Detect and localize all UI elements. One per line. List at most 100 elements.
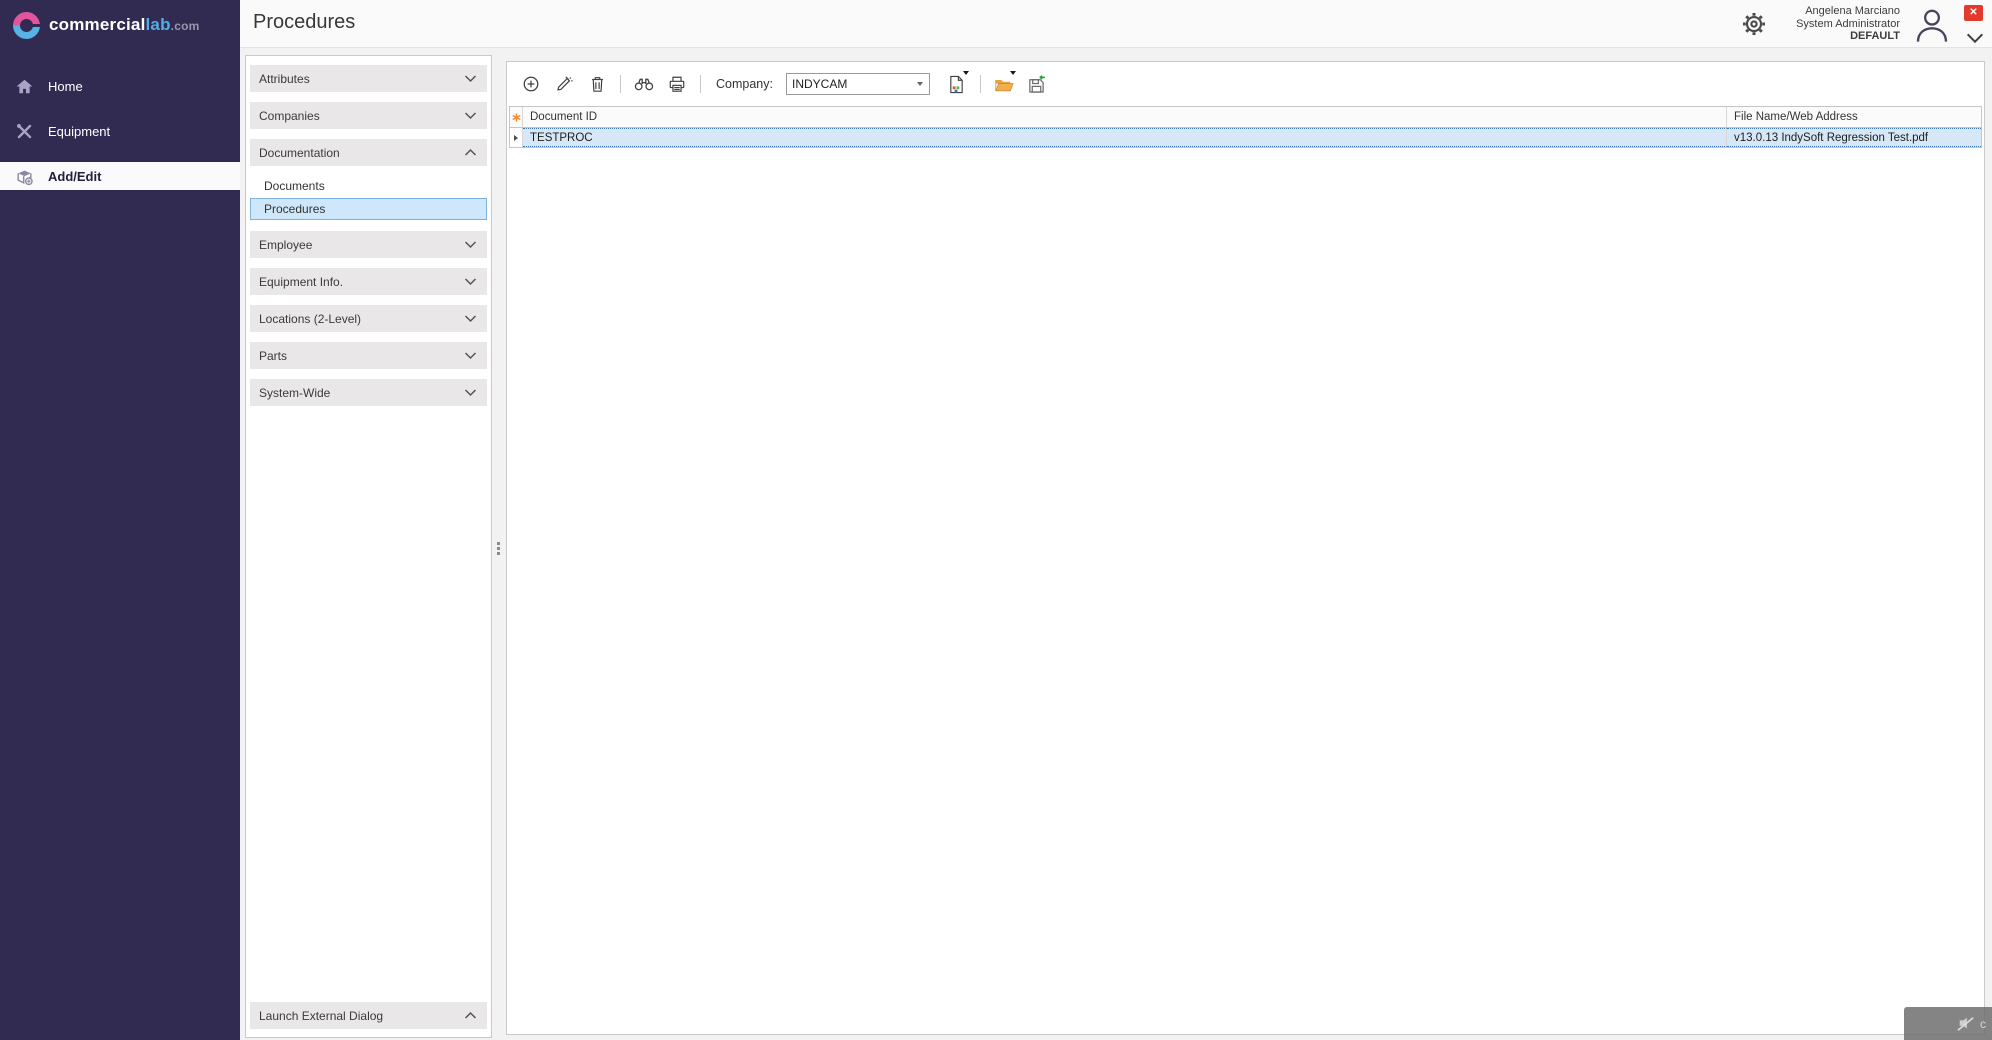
column-header-file-name[interactable]: File Name/Web Address [1727, 107, 1981, 127]
chevron-down-icon [464, 111, 477, 120]
accordion-section-locations[interactable]: Locations (2-Level) [250, 305, 487, 332]
brand-word-suffix: .com [171, 19, 200, 33]
accordion-label: Employee [259, 238, 312, 252]
brand-word-accent: lab [146, 15, 171, 34]
print-button[interactable] [667, 74, 687, 94]
nav-item-label: Procedures [264, 202, 325, 216]
accordion-label: Companies [259, 109, 320, 123]
panel-splitter[interactable] [494, 55, 504, 1038]
accordion-label: Parts [259, 349, 287, 363]
user-info: Angelena Marciano System Administrator D… [1796, 5, 1900, 43]
user-menu-chevron-icon[interactable] [1964, 31, 1986, 45]
accordion-section-attributes[interactable]: Attributes [250, 65, 487, 92]
filter-marker-icon [512, 113, 521, 122]
dropdown-arrow-icon [963, 71, 969, 75]
navigation-panel: Attributes Companies Documentation Docum… [245, 55, 492, 1038]
save-layout-button[interactable] [1027, 74, 1047, 94]
delete-button[interactable] [587, 74, 607, 94]
accordion-section-parts[interactable]: Parts [250, 342, 487, 369]
close-button[interactable]: ✕ [1964, 5, 1983, 21]
printer-icon [668, 75, 686, 93]
chevron-down-icon [464, 240, 477, 249]
cell-document-id[interactable]: TESTPROC [523, 128, 1727, 147]
edit-icon [555, 75, 573, 93]
dropdown-arrow-icon [1010, 71, 1016, 75]
brand-word-main: commercial [49, 15, 146, 34]
sidebar-item-home[interactable]: Home [0, 72, 240, 100]
binoculars-icon [634, 76, 654, 92]
accordion-label: Launch External Dialog [259, 1009, 383, 1023]
row-expand-cell[interactable] [510, 128, 523, 147]
accordion-section-documentation[interactable]: Documentation [250, 139, 487, 166]
toolbar-separator [620, 75, 621, 93]
trash-icon [589, 75, 606, 93]
chevron-down-icon [464, 277, 477, 286]
grid-header-row: Document ID File Name/Web Address [510, 107, 1981, 128]
user-profile: DEFAULT [1796, 30, 1900, 43]
user-role: System Administrator [1796, 18, 1900, 31]
procedures-grid: Document ID File Name/Web Address TESTPR… [509, 106, 1982, 148]
company-label: Company: [716, 77, 773, 91]
sidebar-item-equipment[interactable]: Equipment [0, 117, 240, 145]
find-button[interactable] [634, 74, 654, 94]
nav-item-label: Documents [264, 179, 325, 193]
nav-item-procedures[interactable]: Procedures [250, 198, 487, 220]
procedures-toolbar: Company: INDYCAM [507, 62, 1984, 104]
user-name: Angelena Marciano [1796, 5, 1900, 18]
user-menu-button[interactable] [1911, 3, 1953, 45]
muted-indicator-icon [1955, 1015, 1977, 1033]
grid-marker-header[interactable] [510, 107, 523, 127]
column-header-label: File Name/Web Address [1734, 111, 1858, 123]
dropdown-arrow-icon [917, 82, 923, 86]
report-icon [948, 75, 965, 94]
add-button[interactable] [521, 74, 541, 94]
toolbar-separator [700, 75, 701, 93]
settings-button[interactable] [1737, 7, 1771, 41]
sidebar-item-label: Home [48, 79, 83, 94]
top-bar: Procedures Angelena Marciano System Admi… [240, 0, 1992, 48]
procedures-panel: Company: INDYCAM [506, 61, 1985, 1035]
app-sidebar: commerciallab.com Home Equipment [0, 0, 240, 1040]
overlay-glyph: c [1980, 1017, 1986, 1031]
open-folder-button[interactable] [994, 74, 1014, 94]
chevron-up-icon [464, 1011, 477, 1020]
report-button[interactable] [947, 74, 967, 94]
table-row[interactable]: TESTPROC v13.0.13 IndySoft Regression Te… [510, 128, 1981, 147]
splitter-grip-icon [497, 540, 501, 557]
sidebar-item-label: Add/Edit [48, 169, 101, 184]
nav-item-documents[interactable]: Documents [250, 175, 487, 197]
accordion-label: System-Wide [259, 386, 330, 400]
sidebar-item-add-edit[interactable]: Add/Edit [0, 162, 240, 190]
accordion-label: Equipment Info. [259, 275, 343, 289]
chevron-down-icon [464, 314, 477, 323]
accordion-section-employee[interactable]: Employee [250, 231, 487, 258]
chevron-down-icon [464, 74, 477, 83]
accordion-section-system-wide[interactable]: System-Wide [250, 379, 487, 406]
chevron-down-icon [464, 388, 477, 397]
gear-icon [1739, 9, 1769, 39]
accordion-label: Locations (2-Level) [259, 312, 361, 326]
save-layout-icon [1027, 75, 1046, 93]
brand-logo[interactable]: commerciallab.com [0, 0, 240, 42]
accordion-section-launch-external-dialog[interactable]: Launch External Dialog [250, 1002, 487, 1029]
column-header-document-id[interactable]: Document ID [523, 107, 1727, 127]
edit-button[interactable] [554, 74, 574, 94]
cell-value: v13.0.13 IndySoft Regression Test.pdf [1734, 132, 1928, 144]
accordion-section-companies[interactable]: Companies [250, 102, 487, 129]
chevron-down-icon [464, 351, 477, 360]
column-header-label: Document ID [530, 111, 597, 123]
page-title: Procedures [253, 11, 355, 34]
avatar-icon [1912, 5, 1952, 45]
brand-logo-icon [13, 12, 40, 39]
cell-value: TESTPROC [530, 132, 593, 144]
sidebar-item-label: Equipment [48, 124, 110, 139]
open-folder-icon [994, 76, 1014, 93]
system-tray-overlay: c [1904, 1007, 1992, 1040]
cell-file-name[interactable]: v13.0.13 IndySoft Regression Test.pdf [1727, 128, 1981, 147]
box-add-icon [14, 166, 34, 186]
company-dropdown[interactable]: INDYCAM [786, 73, 930, 95]
accordion-section-equipment-info[interactable]: Equipment Info. [250, 268, 487, 295]
company-dropdown-value: INDYCAM [792, 77, 847, 91]
add-icon [522, 75, 540, 93]
tools-icon [14, 121, 34, 141]
